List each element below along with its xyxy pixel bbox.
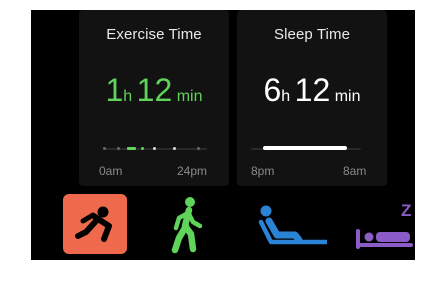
resting-activity-button[interactable] — [253, 194, 327, 254]
sleep-time-card[interactable]: Sleep Time 6h 12 min 8pm 8am — [237, 10, 387, 186]
exercise-hours: 1 — [105, 72, 124, 108]
sleep-time-title: Sleep Time — [273, 26, 351, 43]
sleep-range-start: 8pm — [251, 164, 275, 178]
sleep-hours: 6 — [263, 72, 282, 108]
walking-person-icon — [171, 197, 203, 254]
falling-activity-button[interactable] — [63, 194, 127, 254]
sleeping-person-icon: Z — [356, 201, 413, 249]
sleep-hours-unit: h — [281, 88, 291, 105]
exercise-minutes-unit: min — [176, 88, 203, 105]
sleep-range-end: 8am — [343, 164, 367, 178]
sleep-time-value: 6h 12 min — [237, 74, 387, 106]
walking-activity-button[interactable] — [159, 194, 223, 254]
exercise-time-value: 1h 12 min — [79, 74, 229, 106]
activity-screen: Exercise Time 1h 12 min 0am 24pm Sleep T… — [31, 10, 415, 260]
exercise-timeline-dot — [117, 147, 120, 150]
exercise-timeline-dot — [197, 147, 200, 150]
falling-person-icon — [75, 206, 112, 242]
sleeping-activity-button[interactable]: Z — [353, 194, 415, 254]
exercise-range-end: 24pm — [177, 164, 208, 178]
exercise-range-start: 0am — [99, 164, 123, 178]
exercise-timeline-dot — [103, 147, 106, 150]
sleep-minutes-unit: min — [334, 88, 361, 105]
exercise-time-card[interactable]: Exercise Time 1h 12 min 0am 24pm — [79, 10, 229, 186]
exercise-timeline-segment — [127, 147, 136, 150]
reclining-person-icon — [258, 205, 327, 245]
sleep-minutes: 12 — [294, 72, 331, 108]
exercise-timeline-dot — [173, 147, 176, 150]
sleep-timeline-segment — [263, 146, 347, 150]
exercise-hours-unit: h — [123, 88, 133, 105]
exercise-timeline-dot — [141, 147, 144, 150]
exercise-timeline-dot — [153, 147, 156, 150]
exercise-time-title: Exercise Time — [106, 26, 202, 43]
sleep-z-badge: Z — [401, 201, 411, 220]
exercise-minutes: 12 — [136, 72, 173, 108]
